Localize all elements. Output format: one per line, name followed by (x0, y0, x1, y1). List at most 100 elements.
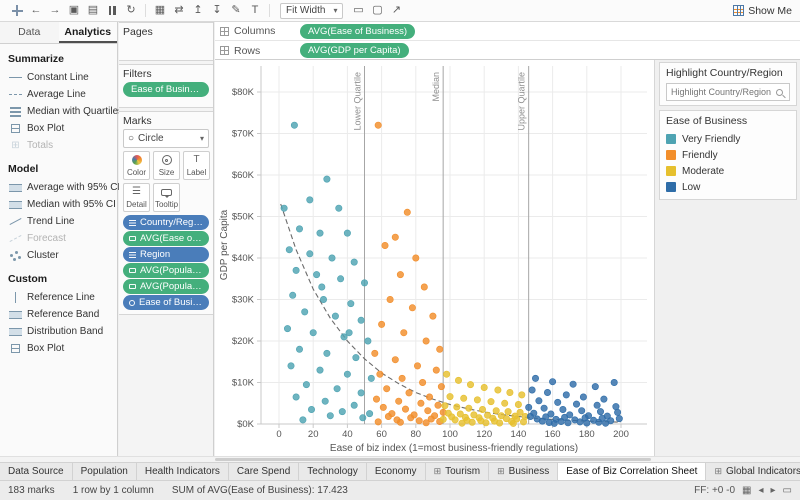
redo-button[interactable]: → (46, 3, 64, 19)
sheet-tabs-bar: Data Source Population Health Indicators… (0, 462, 800, 480)
tab-economy[interactable]: Economy (367, 463, 426, 480)
svg-text:120: 120 (476, 429, 492, 440)
analytics-item-average-line[interactable]: Average Line (0, 86, 117, 103)
columns-pill[interactable]: AVG(Ease of Business) (300, 24, 415, 39)
marks-pill-region[interactable]: Region (123, 247, 209, 262)
detail-button[interactable]: ☰ Detail (123, 183, 150, 212)
cluster-icon (9, 250, 22, 261)
analytics-item-reference-line[interactable]: Reference Line (0, 289, 117, 306)
svg-text:$40K: $40K (232, 253, 255, 264)
mark-type-selector[interactable]: ○ Circle ▾ (123, 129, 209, 148)
refresh-button[interactable]: ↻ (122, 3, 140, 19)
tableau-logo-icon[interactable] (8, 3, 26, 19)
highlight-search-input[interactable] (671, 87, 776, 97)
analytics-item-distribution-band[interactable]: Distribution Band (0, 323, 117, 340)
color-button[interactable]: Color (123, 151, 150, 180)
fit-selector[interactable]: Fit Width ▾ (280, 3, 343, 19)
status-right: FF: +0 -0 ▦ ◂ ▸ ▭ (694, 485, 792, 496)
forecast-icon (9, 233, 22, 244)
tab-tourism[interactable]: ⊞ Tourism (426, 463, 490, 480)
marks-pill-avg-ease-of-business[interactable]: AVG(Ease of Busi.. (123, 231, 209, 246)
tab-global-indicators[interactable]: ⊞ Global Indicators (706, 463, 800, 480)
next-sheet-icon[interactable]: ▸ (771, 486, 776, 496)
pages-card[interactable]: Pages (119, 22, 213, 61)
tab-care-spend[interactable]: Care Spend (229, 463, 299, 480)
analytics-item-trend-line[interactable]: Trend Line (0, 213, 117, 230)
show-filmstrip-icon[interactable]: ▭ (783, 486, 792, 496)
detail-icon (129, 252, 136, 258)
analytics-item-median-ci[interactable]: Median with 95% CI (0, 196, 117, 213)
svg-text:100: 100 (442, 429, 458, 440)
analytics-item-cluster[interactable]: Cluster (0, 247, 117, 264)
chevron-down-icon: ▾ (200, 134, 204, 143)
svg-text:$50K: $50K (232, 212, 255, 223)
show-labels-button[interactable]: T (246, 3, 264, 19)
share-button[interactable]: ↗ (387, 3, 405, 19)
highlight-button[interactable]: ✎ (227, 3, 245, 19)
size-button[interactable]: Size (153, 151, 180, 180)
tab-ease-of-biz-correlation-sheet[interactable]: Ease of Biz Correlation Sheet (558, 463, 706, 480)
marks-card: Marks ○ Circle ▾ Color Size T Label (119, 111, 213, 315)
new-worksheet-button[interactable]: ▦ (151, 3, 169, 19)
columns-shelf[interactable]: Columns AVG(Ease of Business) (215, 22, 800, 41)
tab-health-indicators[interactable]: Health Indicators (137, 463, 229, 480)
tab-analytics[interactable]: Analytics (59, 22, 118, 43)
analytics-item-custom-box-plot[interactable]: Box Plot (0, 340, 117, 357)
scrollbar-thumb[interactable] (215, 458, 651, 461)
marks-pill-avg-population-2[interactable]: AVG(Populatio.. (123, 279, 209, 294)
sort-ascending-button[interactable]: ↥ (189, 3, 207, 19)
chart-area[interactable]: 020406080100120140160180200$0K$10K$20K$3… (215, 60, 655, 456)
filter-pill[interactable]: Ease of Business (cl.. (123, 82, 209, 97)
tooltip-button[interactable]: Tooltip (153, 183, 180, 212)
dashboard-icon: ⊞ (714, 467, 722, 476)
rows-shelf[interactable]: Rows AVG(GDP per Capita) (215, 41, 800, 60)
legend-item-friendly[interactable]: Friendly (666, 147, 790, 163)
pause-updates-button[interactable] (103, 3, 121, 19)
show-sheet-sorter-icon[interactable]: ▦ (742, 486, 751, 496)
reference-line-icon (9, 292, 22, 303)
analytics-item-constant-line[interactable]: Constant Line (0, 69, 117, 86)
tab-data-source[interactable]: Data Source (0, 463, 73, 480)
marks-pill-ease-of-business[interactable]: Ease of Busine.. (123, 295, 209, 310)
fix-axes-button[interactable]: ▭ (349, 3, 367, 19)
label-button[interactable]: T Label (183, 151, 210, 180)
rows-pill[interactable]: AVG(GDP per Capita) (300, 43, 409, 58)
filters-card[interactable]: Filters Ease of Business (cl.. (119, 64, 213, 108)
tab-technology[interactable]: Technology (299, 463, 367, 480)
svg-text:Lower Quartile: Lower Quartile (353, 72, 363, 131)
legend-item-moderate[interactable]: Moderate (666, 163, 790, 179)
search-icon (776, 89, 783, 96)
section-summarize: Summarize (0, 44, 117, 69)
sort-descending-button[interactable]: ↧ (208, 3, 226, 19)
analytics-item-totals: ⊞ Totals (0, 137, 117, 154)
marks-pill-country-region[interactable]: Country/Region (123, 215, 209, 230)
tab-business[interactable]: ⊞ Business (489, 463, 558, 480)
analytics-item-median-quartiles[interactable]: Median with Quartiles (0, 103, 117, 120)
swap-axes-button[interactable]: ⇄ (170, 3, 188, 19)
status-bar: 183 marks 1 row by 1 column SUM of AVG(E… (0, 480, 800, 500)
svg-text:80: 80 (411, 429, 422, 440)
svg-text:140: 140 (510, 429, 526, 440)
median-ci-icon (9, 199, 22, 210)
tab-data[interactable]: Data (0, 22, 59, 43)
analytics-item-box-plot[interactable]: Box Plot (0, 120, 117, 137)
show-me-button[interactable]: Show Me (733, 5, 792, 17)
tab-population[interactable]: Population (73, 463, 137, 480)
presentation-button[interactable]: ▢ (368, 3, 386, 19)
analytics-item-average-ci[interactable]: Average with 95% CI (0, 179, 117, 196)
analytics-item-forecast: Forecast (0, 230, 117, 247)
svg-text:60: 60 (376, 429, 387, 440)
right-panel: Highlight Country/Region Ease of Busines… (656, 60, 800, 456)
median-quartiles-icon (9, 106, 22, 117)
add-data-button[interactable]: ▤ (84, 3, 102, 19)
scatter-plot[interactable]: 020406080100120140160180200$0K$10K$20K$3… (215, 60, 655, 456)
highlight-search[interactable] (666, 83, 790, 101)
analytics-item-reference-band[interactable]: Reference Band (0, 306, 117, 323)
save-button[interactable]: ▣ (65, 3, 83, 19)
svg-text:$30K: $30K (232, 295, 255, 306)
previous-sheet-icon[interactable]: ◂ (758, 486, 763, 496)
undo-button[interactable]: ← (27, 3, 45, 19)
marks-pill-avg-population-1[interactable]: AVG(Population.. (123, 263, 209, 278)
legend-item-low[interactable]: Low (666, 179, 790, 195)
legend-item-very-friendly[interactable]: Very Friendly (666, 131, 790, 147)
